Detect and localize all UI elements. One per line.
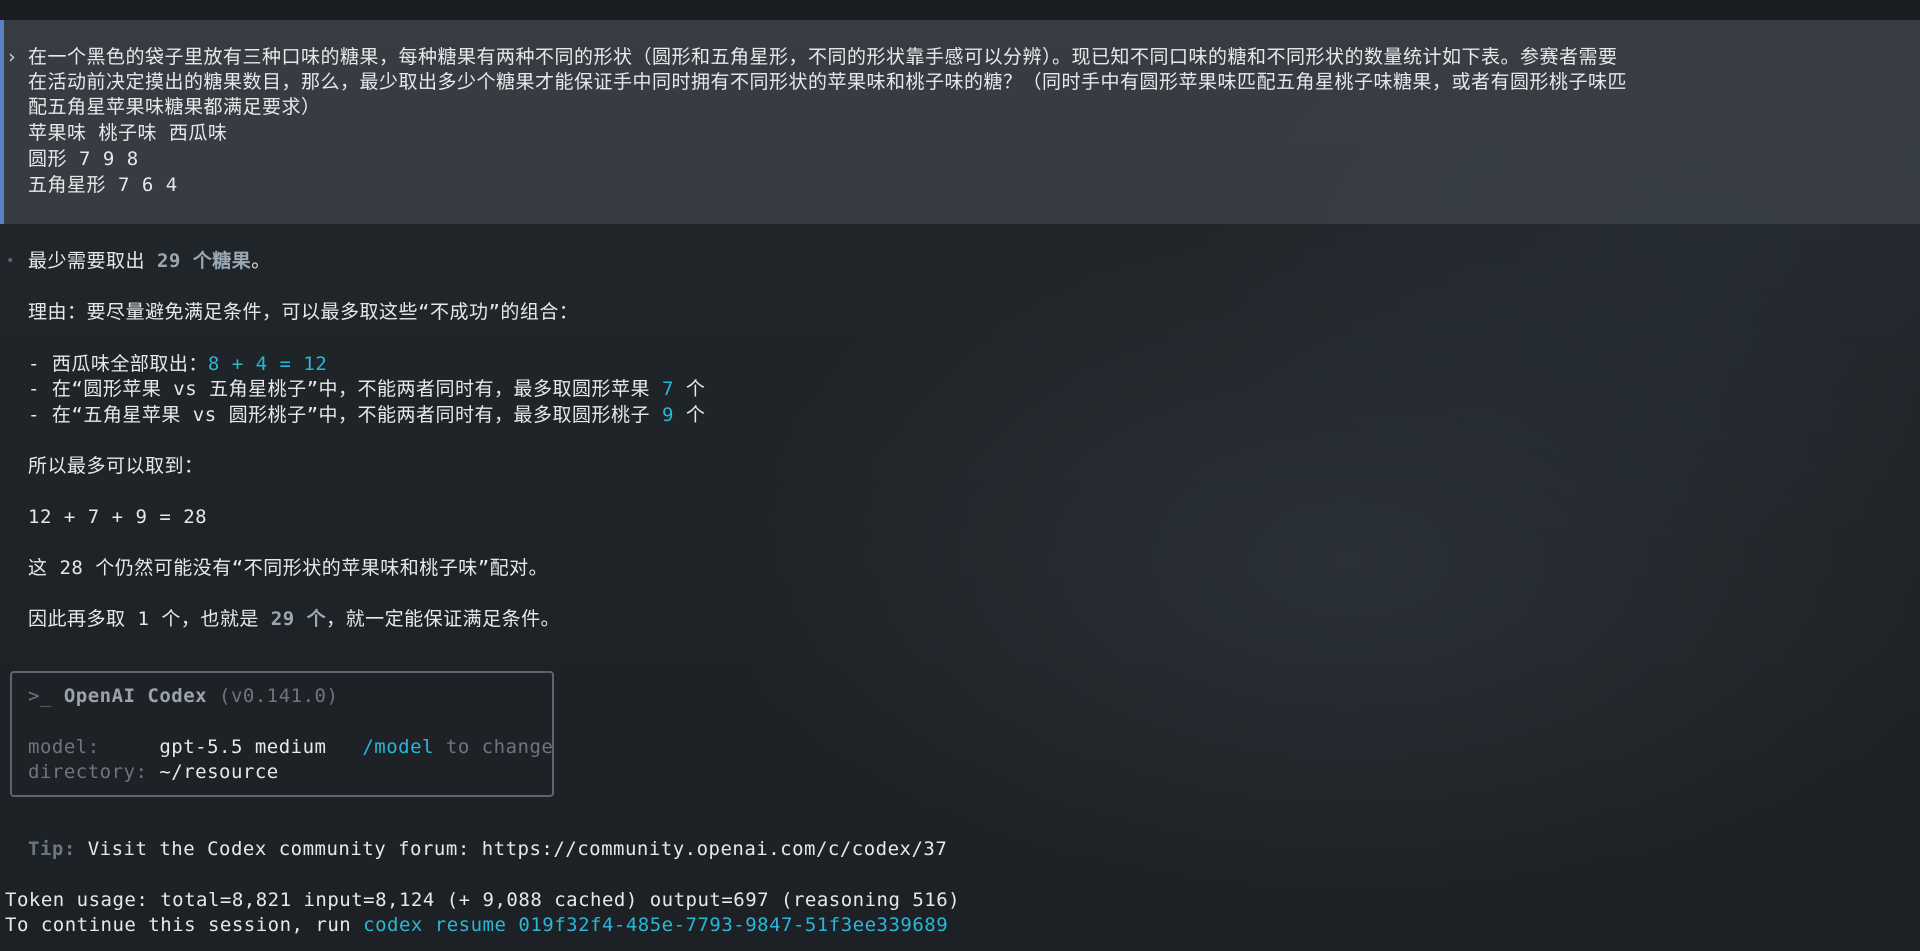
tip-line: Tip: Visit the Codex community forum: ht… bbox=[28, 837, 947, 862]
resume-command[interactable]: codex resume 019f32f4-485e-7793-9847-51f… bbox=[363, 914, 948, 936]
prompt-line-4: 苹果味 桃子味 西瓜味 bbox=[28, 122, 228, 144]
answer-line-6: 所以最多可以取到： bbox=[28, 455, 204, 477]
answer-text: 。 bbox=[251, 250, 271, 272]
answer-text: 个 bbox=[673, 404, 706, 426]
model-command-link[interactable]: /model bbox=[362, 736, 434, 758]
prompt-line-3: 配五角星苹果味糖果都满足要求） bbox=[28, 96, 321, 118]
answer-bullet-icon: • bbox=[6, 253, 15, 269]
answer-line-3: - 西瓜味全部取出：8 + 4 = 12 bbox=[28, 352, 327, 377]
answer-line-4: - 在“圆形苹果 vs 五角星桃子”中，不能两者同时有，最多取圆形苹果 7 个 bbox=[28, 377, 705, 402]
answer-text: - 西瓜味全部取出： bbox=[28, 353, 208, 375]
answer-text: ，就一定能保证满足条件。 bbox=[326, 608, 561, 630]
answer-line-1: 最少需要取出 29 个糖果。 bbox=[28, 249, 271, 274]
directory-value: ~/resource bbox=[159, 761, 279, 783]
answer-line-7: 12 + 7 + 9 = 28 bbox=[28, 506, 208, 528]
user-prompt-accent-bar bbox=[0, 20, 4, 224]
prompt-line-6: 五角星形 7 6 4 bbox=[28, 174, 178, 196]
answer-text: 最少需要取出 bbox=[28, 250, 157, 272]
codex-version: (v0.141.0) bbox=[207, 685, 339, 707]
answer-count: 29 个糖果 bbox=[156, 250, 252, 272]
answer-text: - 在“圆形苹果 vs 五角星桃子”中，不能两者同时有，最多取圆形苹果 bbox=[28, 378, 662, 400]
codex-title: >_ OpenAI Codex (v0.141.0) bbox=[28, 684, 338, 709]
continue-session-line: To continue this session, run codex resu… bbox=[5, 913, 948, 938]
answer-line-5: - 在“五角星苹果 vs 圆形桃子”中，不能两者同时有，最多取圆形桃子 9 个 bbox=[28, 403, 705, 428]
answer-text: 个 bbox=[673, 378, 706, 400]
model-value: gpt-5.5 medium bbox=[159, 736, 327, 758]
prompt-line-5: 圆形 7 9 8 bbox=[28, 148, 139, 170]
prompt-caret-icon: › bbox=[6, 46, 18, 68]
model-hint: to change bbox=[433, 736, 554, 758]
prompt-line-1: 在一个黑色的袋子里放有三种口味的糖果，每种糖果有两种不同的形状（圆形和五角星形，… bbox=[28, 46, 1618, 68]
terminal-top-strip bbox=[0, 0, 1920, 20]
answer-number: 7 bbox=[661, 378, 674, 400]
answer-expression: 8 + 4 = 12 bbox=[207, 353, 328, 375]
answer-count: 29 个 bbox=[270, 608, 327, 630]
answer-number: 9 bbox=[661, 404, 674, 426]
answer-line-2: 理由：要尽量避免满足条件，可以最多取这些“不成功”的组合： bbox=[28, 301, 579, 323]
codex-model-row: model: gpt-5.5 medium /model to change bbox=[28, 735, 553, 760]
tip-label: Tip: bbox=[28, 838, 76, 860]
directory-label: directory: bbox=[28, 761, 160, 783]
terminal-prompt-icon: >_ bbox=[28, 685, 64, 707]
model-label: model: bbox=[28, 736, 160, 758]
tip-text[interactable]: Visit the Codex community forum: https:/… bbox=[76, 838, 948, 860]
continue-text: To continue this session, run bbox=[5, 914, 364, 936]
codex-directory-row: directory: ~/resource bbox=[28, 760, 279, 785]
answer-text: 因此再多取 1 个，也就是 bbox=[28, 608, 271, 630]
token-usage-line: Token usage: total=8,821 input=8,124 (+ … bbox=[5, 889, 961, 911]
prompt-line-2: 在活动前决定摸出的糖果数目，那么，最少取出多少个糖果才能保证手中同时拥有不同形状… bbox=[28, 71, 1628, 93]
answer-line-8: 这 28 个仍然可能没有“不同形状的苹果味和桃子味”配对。 bbox=[28, 557, 549, 579]
answer-line-9: 因此再多取 1 个，也就是 29 个，就一定能保证满足条件。 bbox=[28, 607, 560, 632]
codex-product-name: OpenAI Codex bbox=[63, 685, 208, 707]
answer-text: - 在“五角星苹果 vs 圆形桃子”中，不能两者同时有，最多取圆形桃子 bbox=[28, 404, 662, 426]
